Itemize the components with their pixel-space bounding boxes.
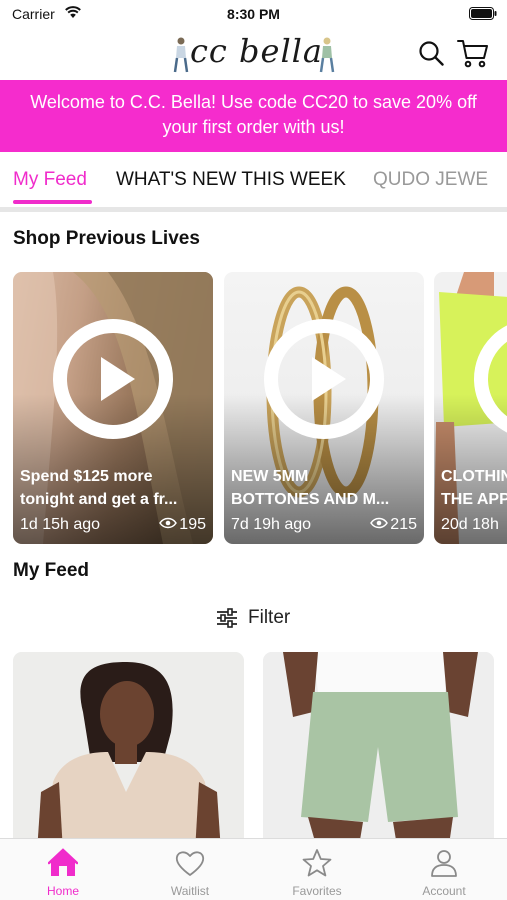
logo-text: cc bella [190, 32, 323, 70]
cart-icon[interactable] [457, 38, 489, 68]
previous-lives-carousel[interactable]: Spend $125 more tonight and get a fr... … [0, 272, 507, 544]
star-icon [302, 849, 332, 877]
status-bar: Carrier 8:30 PM [0, 0, 507, 28]
nav-home-label: Home [46, 884, 79, 898]
product-image-v-neck-top [13, 652, 244, 852]
nav-waitlist[interactable]: Waitlist [127, 839, 253, 900]
live-time: 20d 18h [441, 516, 499, 533]
live-title-line-2: tonight and get a fr... [20, 491, 178, 508]
live-card[interactable]: CLOTHIN THE APP 20d 18h [434, 272, 507, 544]
product-card[interactable] [263, 652, 494, 852]
search-icon[interactable] [418, 40, 444, 66]
live-card[interactable]: Spend $125 more tonight and get a fr... … [13, 272, 213, 544]
person-icon [431, 850, 457, 877]
logo-figure-left [173, 37, 189, 73]
bottom-tab-bar: Home Waitlist Favorites Account [0, 838, 507, 900]
nav-account[interactable]: Account [381, 839, 507, 900]
play-icon[interactable] [262, 317, 386, 441]
play-icon[interactable] [51, 317, 175, 441]
live-card[interactable]: NEW 5MM BOTTONES AND M... 7d 19h ago 215 [224, 272, 424, 544]
live-views: 215 [370, 516, 417, 534]
promo-line-1: Welcome to C.C. Bella! Use code CC20 to … [30, 92, 477, 112]
tab-qudo-jewelry[interactable]: QUDO JEWE [373, 169, 488, 191]
nav-favorites[interactable]: Favorites [254, 839, 380, 900]
app-header: cc bella [0, 28, 507, 80]
eye-icon [159, 517, 178, 529]
tab-my-feed[interactable]: My Feed [13, 169, 87, 191]
filter-label: Filter [248, 607, 291, 628]
live-views-count: 195 [179, 516, 206, 533]
live-title: Spend $125 more tonight and get a fr... [20, 465, 206, 511]
home-icon [48, 848, 78, 876]
logo-figure-right [319, 37, 335, 73]
active-tab-indicator [13, 200, 92, 204]
live-time: 7d 19h ago [231, 516, 312, 533]
promo-banner[interactable]: Welcome to C.C. Bella! Use code CC20 to … [0, 80, 507, 152]
nav-favorites-label: Favorites [292, 884, 342, 898]
live-title-line-1: NEW 5MM [231, 468, 309, 485]
promo-line-2: your first order with us! [162, 117, 345, 137]
live-views-count: 215 [390, 516, 417, 533]
battery-icon [469, 7, 497, 20]
live-title-line-2: THE APP [441, 491, 507, 508]
live-title-line-1: CLOTHIN [441, 468, 507, 485]
tabs-divider [0, 207, 507, 212]
nav-waitlist-label: Waitlist [170, 884, 210, 898]
live-title-line-1: Spend $125 more [20, 468, 153, 485]
status-time: 8:30 PM [227, 6, 280, 22]
sliders-icon [217, 608, 237, 628]
feed-tabs: My Feed WHAT'S NEW THIS WEEK QUDO JEWE [0, 152, 507, 208]
previous-lives-title: Shop Previous Lives [13, 228, 200, 249]
my-feed-title: My Feed [13, 560, 90, 581]
cc-bella-logo[interactable]: cc bella [168, 32, 344, 76]
eye-icon [370, 517, 389, 529]
live-title: NEW 5MM BOTTONES AND M... [231, 465, 417, 511]
product-card[interactable] [13, 652, 244, 852]
nav-account-label: Account [422, 884, 466, 898]
live-title: CLOTHIN THE APP [441, 465, 507, 511]
product-image-denim-shorts [263, 652, 494, 852]
live-title-line-2: BOTTONES AND M... [231, 491, 390, 508]
nav-home[interactable]: Home [0, 839, 126, 900]
live-time: 1d 15h ago [20, 516, 101, 533]
tab-whats-new[interactable]: WHAT'S NEW THIS WEEK [116, 169, 346, 191]
heart-icon [175, 851, 205, 876]
play-icon[interactable] [472, 317, 507, 441]
live-views: 195 [159, 516, 206, 534]
filter-button[interactable]: Filter [0, 604, 507, 632]
